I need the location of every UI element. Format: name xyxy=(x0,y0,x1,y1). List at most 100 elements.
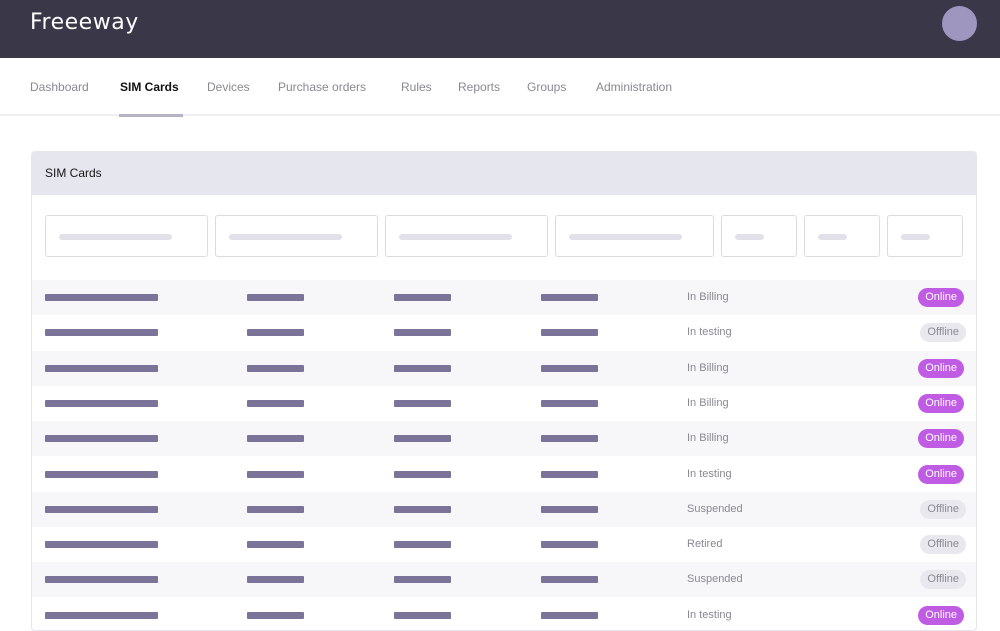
table-row[interactable]: In testing Offline xyxy=(32,315,976,350)
cell-placeholder-1 xyxy=(45,329,158,337)
cell-placeholder-3 xyxy=(394,435,451,443)
filter-placeholder xyxy=(818,234,847,240)
sim-status: In testing xyxy=(687,608,732,621)
cell-placeholder-4 xyxy=(541,470,598,478)
cell-placeholder-1 xyxy=(45,576,158,584)
connection-badge: Offline xyxy=(920,323,966,343)
sim-status: Suspended xyxy=(687,573,743,586)
table-row[interactable]: In Billing Online xyxy=(32,280,976,315)
filter-input-2[interactable] xyxy=(215,215,378,257)
connection-badge: Online xyxy=(918,358,964,378)
cell-placeholder-2 xyxy=(247,294,304,301)
app-logo[interactable]: Freeeway xyxy=(30,9,139,37)
filter-placeholder xyxy=(399,234,512,240)
cell-placeholder-2 xyxy=(247,329,304,337)
tab-devices[interactable]: Devices xyxy=(207,58,250,116)
sim-status: In Billing xyxy=(687,396,729,409)
cell-placeholder-3 xyxy=(394,329,451,337)
main-nav: Dashboard SIM Cards Devices Purchase ord… xyxy=(0,58,1000,116)
cell-placeholder-3 xyxy=(394,541,451,549)
table-row[interactable]: In testing Online xyxy=(32,598,976,630)
table-row[interactable]: In Billing Online xyxy=(32,386,976,421)
cell-placeholder-1 xyxy=(45,435,158,443)
cell-placeholder-1 xyxy=(45,470,158,478)
panel-header: SIM Cards xyxy=(32,152,976,195)
filter-input-5[interactable] xyxy=(721,215,797,257)
filter-placeholder xyxy=(735,234,764,240)
filter-placeholder xyxy=(901,234,930,240)
filter-input-3[interactable] xyxy=(385,215,548,257)
sim-status: In Billing xyxy=(687,432,729,445)
cell-placeholder-2 xyxy=(247,399,304,407)
cell-placeholder-3 xyxy=(394,364,451,372)
connection-badge: Offline xyxy=(920,499,966,519)
table-row[interactable]: Retired Offline xyxy=(32,527,976,562)
cell-placeholder-4 xyxy=(541,576,598,584)
cell-placeholder-4 xyxy=(541,435,598,443)
tab-administration[interactable]: Administration xyxy=(596,58,672,116)
active-tab-indicator xyxy=(119,114,183,117)
cell-placeholder-3 xyxy=(394,505,451,513)
cell-placeholder-2 xyxy=(247,541,304,549)
cell-placeholder-1 xyxy=(45,364,158,372)
filter-placeholder xyxy=(569,234,682,240)
cell-placeholder-3 xyxy=(394,576,451,584)
connection-badge: Online xyxy=(918,288,964,307)
table-row[interactable]: Suspended Offline xyxy=(32,491,976,527)
connection-badge: Offline xyxy=(920,570,966,590)
cell-placeholder-4 xyxy=(541,505,598,513)
tab-dashboard[interactable]: Dashboard xyxy=(30,58,89,116)
cell-placeholder-4 xyxy=(541,294,598,301)
sim-status: In testing xyxy=(687,326,732,339)
filter-placeholder xyxy=(229,234,342,240)
cell-placeholder-2 xyxy=(247,505,304,513)
cell-placeholder-3 xyxy=(394,611,451,619)
panel-title: SIM Cards xyxy=(45,166,102,180)
filter-input-7[interactable] xyxy=(887,215,963,257)
tab-sim-cards[interactable]: SIM Cards xyxy=(120,58,179,116)
filter-input-1[interactable] xyxy=(45,215,208,257)
filter-placeholder xyxy=(59,234,172,240)
table-row[interactable]: In testing Online xyxy=(32,457,976,492)
connection-badge: Online xyxy=(918,393,964,413)
tab-rules[interactable]: Rules xyxy=(401,58,432,116)
table-row[interactable]: In Billing Online xyxy=(32,421,976,457)
cell-placeholder-1 xyxy=(45,541,158,549)
sim-status: In Billing xyxy=(687,291,729,303)
connection-badge: Offline xyxy=(920,535,966,555)
cell-placeholder-2 xyxy=(247,611,304,619)
cell-placeholder-4 xyxy=(541,364,598,372)
cell-placeholder-3 xyxy=(394,399,451,407)
cell-placeholder-1 xyxy=(45,505,158,513)
cell-placeholder-3 xyxy=(394,294,451,301)
user-avatar[interactable] xyxy=(942,6,977,41)
sim-status: Suspended xyxy=(687,502,743,515)
cell-placeholder-2 xyxy=(247,576,304,584)
cell-placeholder-1 xyxy=(45,611,158,619)
sim-status: Retired xyxy=(687,538,723,551)
cell-placeholder-3 xyxy=(394,470,451,478)
sim-status: In testing xyxy=(687,467,732,480)
connection-badge: Online xyxy=(918,464,964,484)
cell-placeholder-2 xyxy=(247,364,304,372)
cell-placeholder-4 xyxy=(541,329,598,337)
cell-placeholder-2 xyxy=(247,470,304,478)
tab-groups[interactable]: Groups xyxy=(527,58,566,116)
cell-placeholder-2 xyxy=(247,435,304,443)
tab-reports[interactable]: Reports xyxy=(458,58,500,116)
cell-placeholder-1 xyxy=(45,294,158,301)
connection-badge: Online xyxy=(918,429,964,449)
table-row[interactable]: Suspended Offline xyxy=(32,562,976,598)
table-row[interactable]: In Billing Online xyxy=(32,350,976,386)
cell-placeholder-1 xyxy=(45,399,158,407)
filter-input-4[interactable] xyxy=(555,215,714,257)
sim-status: In Billing xyxy=(687,361,729,374)
tab-purchase-orders[interactable]: Purchase orders xyxy=(278,58,366,116)
sim-cards-panel: SIM Cards In Billing Online In testing Offl… xyxy=(31,151,977,631)
cell-placeholder-4 xyxy=(541,399,598,407)
top-bar: Freeeway xyxy=(0,0,1000,58)
cell-placeholder-4 xyxy=(541,541,598,549)
filter-input-6[interactable] xyxy=(804,215,880,257)
cell-placeholder-4 xyxy=(541,611,598,619)
connection-badge: Online xyxy=(918,605,964,625)
